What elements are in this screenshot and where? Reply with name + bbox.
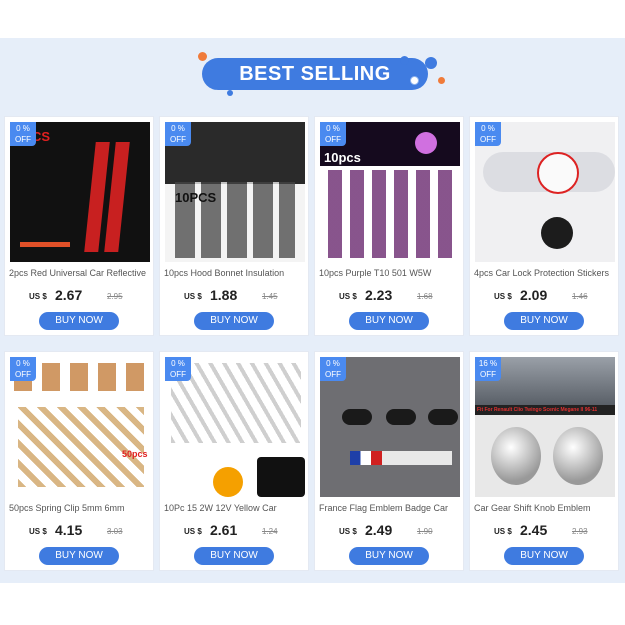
discount-badge: 0 % OFF (10, 122, 36, 146)
discount-badge: 0 % OFF (165, 357, 191, 381)
price-row: US $ 2.45 2.93 (470, 522, 620, 541)
buy-now-button[interactable]: BUY NOW (39, 312, 119, 330)
product-card[interactable]: 50pcs 0 % OFF 50pcs Spring Clip 5mm 6mm U… (4, 351, 154, 571)
old-price: 1.68 (417, 292, 433, 301)
product-title[interactable]: 50pcs Spring Clip 5mm 6mm (9, 503, 153, 517)
buy-now-button[interactable]: BUY NOW (39, 547, 119, 565)
price: 2.23 (365, 287, 393, 303)
price: 2.09 (520, 287, 548, 303)
currency: US $ (29, 292, 47, 301)
currency: US $ (494, 292, 512, 301)
buy-now-button[interactable]: BUY NOW (349, 312, 429, 330)
price-row: US $ 2.09 1.46 (470, 287, 620, 306)
discount-badge: 0 % OFF (10, 357, 36, 381)
currency: US $ (184, 527, 202, 536)
product-card[interactable]: 0 % OFF 10Pc 15 2W 12V Yellow Car US $ 2.… (159, 351, 309, 571)
currency: US $ (339, 527, 357, 536)
old-price: 1.90 (417, 527, 433, 536)
currency: US $ (339, 292, 357, 301)
price: 2.67 (55, 287, 83, 303)
discount-badge: 0 % OFF (475, 122, 501, 146)
discount-badge: 0 % OFF (165, 122, 191, 146)
price-row: US $ 2.67 2.95 (5, 287, 155, 306)
currency: US $ (29, 527, 47, 536)
decor-dot (410, 76, 419, 85)
old-price: 3.03 (107, 527, 123, 536)
banner-title: BEST SELLING (239, 63, 391, 85)
product-title[interactable]: 4pcs Car Lock Protection Stickers (474, 268, 618, 282)
price-row: US $ 4.15 3.03 (5, 522, 155, 541)
product-title[interactable]: 10pcs Hood Bonnet Insulation (164, 268, 308, 282)
old-price: 1.45 (262, 292, 278, 301)
decor-dot (425, 57, 437, 69)
product-card[interactable]: 10PCS 0 % OFF 10pcs Hood Bonnet Insulatio… (159, 116, 309, 336)
product-title[interactable]: 10pcs Purple T10 501 W5W (319, 268, 463, 282)
decor-dot (400, 56, 409, 65)
discount-badge: 0 % OFF (320, 357, 346, 381)
buy-now-button[interactable]: BUY NOW (349, 547, 429, 565)
product-title[interactable]: 2pcs Red Universal Car Reflective (9, 268, 153, 282)
price-row: US $ 2.49 1.90 (315, 522, 465, 541)
buy-now-button[interactable]: BUY NOW (504, 312, 584, 330)
product-title[interactable]: France Flag Emblem Badge Car (319, 503, 463, 517)
image-caption: 10pcs (324, 150, 361, 165)
price-row: US $ 2.61 1.24 (160, 522, 310, 541)
price-row: US $ 2.23 1.68 (315, 287, 465, 306)
image-caption: 10PCS (175, 190, 217, 205)
buy-now-button[interactable]: BUY NOW (504, 547, 584, 565)
image-caption: Fit For Renault Clio Twingo Scenic Megan… (477, 407, 598, 413)
product-card[interactable]: 0 % OFF France Flag Emblem Badge Car US $… (314, 351, 464, 571)
image-caption: 50pcs (122, 449, 148, 459)
product-card[interactable]: 0 % OFF 4pcs Car Lock Protection Stickers… (469, 116, 619, 336)
discount-badge: 16 % OFF (475, 357, 501, 381)
product-title[interactable]: Car Gear Shift Knob Emblem (474, 503, 618, 517)
product-card[interactable]: 10pcs 0 % OFF 10pcs Purple T10 501 W5W US… (314, 116, 464, 336)
price: 2.61 (210, 522, 238, 538)
price: 2.45 (520, 522, 548, 538)
buy-now-button[interactable]: BUY NOW (194, 312, 274, 330)
old-price: 2.95 (107, 292, 123, 301)
buy-now-button[interactable]: BUY NOW (194, 547, 274, 565)
old-price: 2.93 (572, 527, 588, 536)
price: 1.88 (210, 287, 238, 303)
decor-dot (438, 77, 445, 84)
old-price: 1.46 (572, 292, 588, 301)
price: 4.15 (55, 522, 83, 538)
currency: US $ (494, 527, 512, 536)
price: 2.49 (365, 522, 393, 538)
decor-dot (227, 90, 233, 96)
product-card[interactable]: Fit For Renault Clio Twingo Scenic Megan… (469, 351, 619, 571)
old-price: 1.24 (262, 527, 278, 536)
product-card[interactable]: CS 0 % OFF 2pcs Red Universal Car Reflect… (4, 116, 154, 336)
product-title[interactable]: 10Pc 15 2W 12V Yellow Car (164, 503, 308, 517)
currency: US $ (184, 292, 202, 301)
price-row: US $ 1.88 1.45 (160, 287, 310, 306)
discount-badge: 0 % OFF (320, 122, 346, 146)
